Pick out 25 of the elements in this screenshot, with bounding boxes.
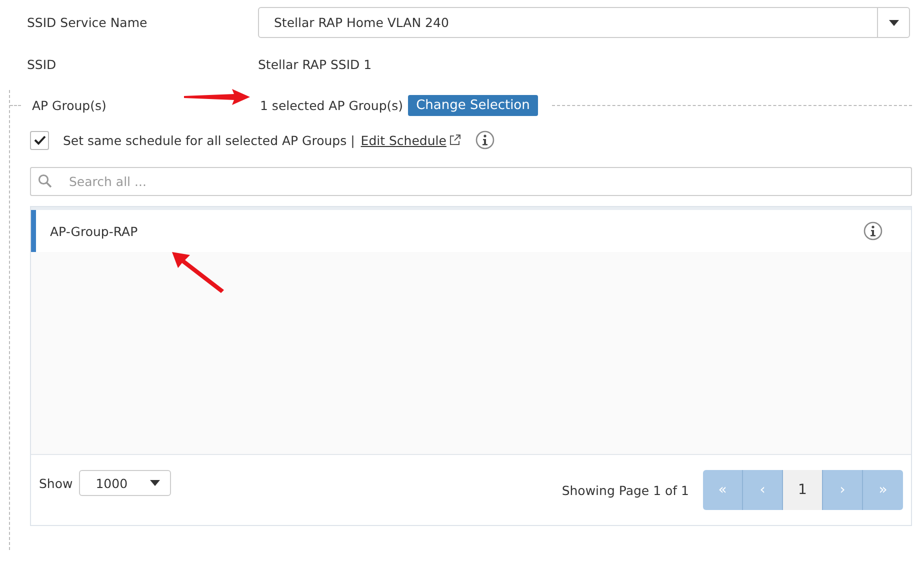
edit-schedule-link[interactable]: Edit Schedule — [360, 132, 446, 148]
external-link-icon — [449, 134, 462, 146]
info-icon[interactable] — [475, 130, 496, 150]
caret-icon — [888, 20, 898, 26]
service-name-select[interactable]: Stellar RAP Home VLAN 240 — [258, 7, 910, 38]
page-size-select[interactable]: 1000 — [78, 470, 171, 496]
change-selection-button[interactable]: Change Selection — [408, 94, 538, 116]
check-icon — [34, 135, 46, 145]
field-label: SSID Service Name — [26, 15, 148, 30]
item-name: AP-Group-RAP — [50, 224, 139, 238]
pager-button[interactable]: 1 — [783, 470, 823, 510]
info-icon[interactable] — [863, 221, 883, 241]
checkbox[interactable] — [30, 130, 49, 150]
page-status: Showing Page 1 of 1 — [562, 482, 689, 498]
arrow-icon — [172, 252, 224, 294]
group-label: AP Group(s) — [31, 98, 108, 112]
search-field[interactable]: Search all ... — [30, 167, 912, 196]
arrow-icon — [184, 89, 250, 105]
schedule-label: Set same schedule for all selected AP Groups | — [63, 132, 355, 148]
field-label: SSID — [26, 56, 58, 72]
list-item[interactable]: AP-Group-RAP — [31, 210, 911, 252]
selection-summary: 1 selected AP Group(s) — [260, 98, 404, 112]
caret-icon — [150, 480, 160, 486]
field-value: Stellar RAP SSID 1 — [258, 56, 372, 72]
show-label: Show — [39, 476, 73, 490]
